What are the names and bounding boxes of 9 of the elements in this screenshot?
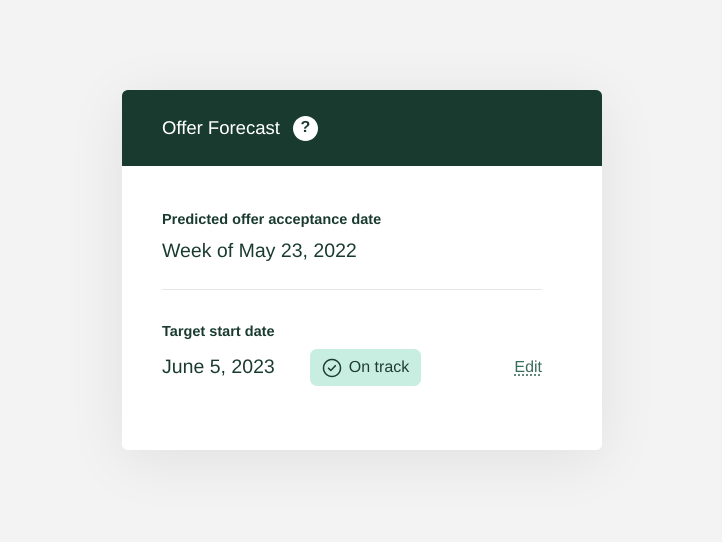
card-title: Offer Forecast [162,117,280,139]
check-circle-icon [322,358,342,378]
field-label: Predicted offer acceptance date [162,212,382,228]
edit-link[interactable]: Edit [514,358,542,376]
date-value: Week of May 23, 2022 [162,240,357,263]
date-value: June 5, 2023 [162,356,275,379]
field-label: Target start date [162,324,276,340]
status-badge: On track [310,349,422,386]
help-icon[interactable]: ? [292,116,318,140]
